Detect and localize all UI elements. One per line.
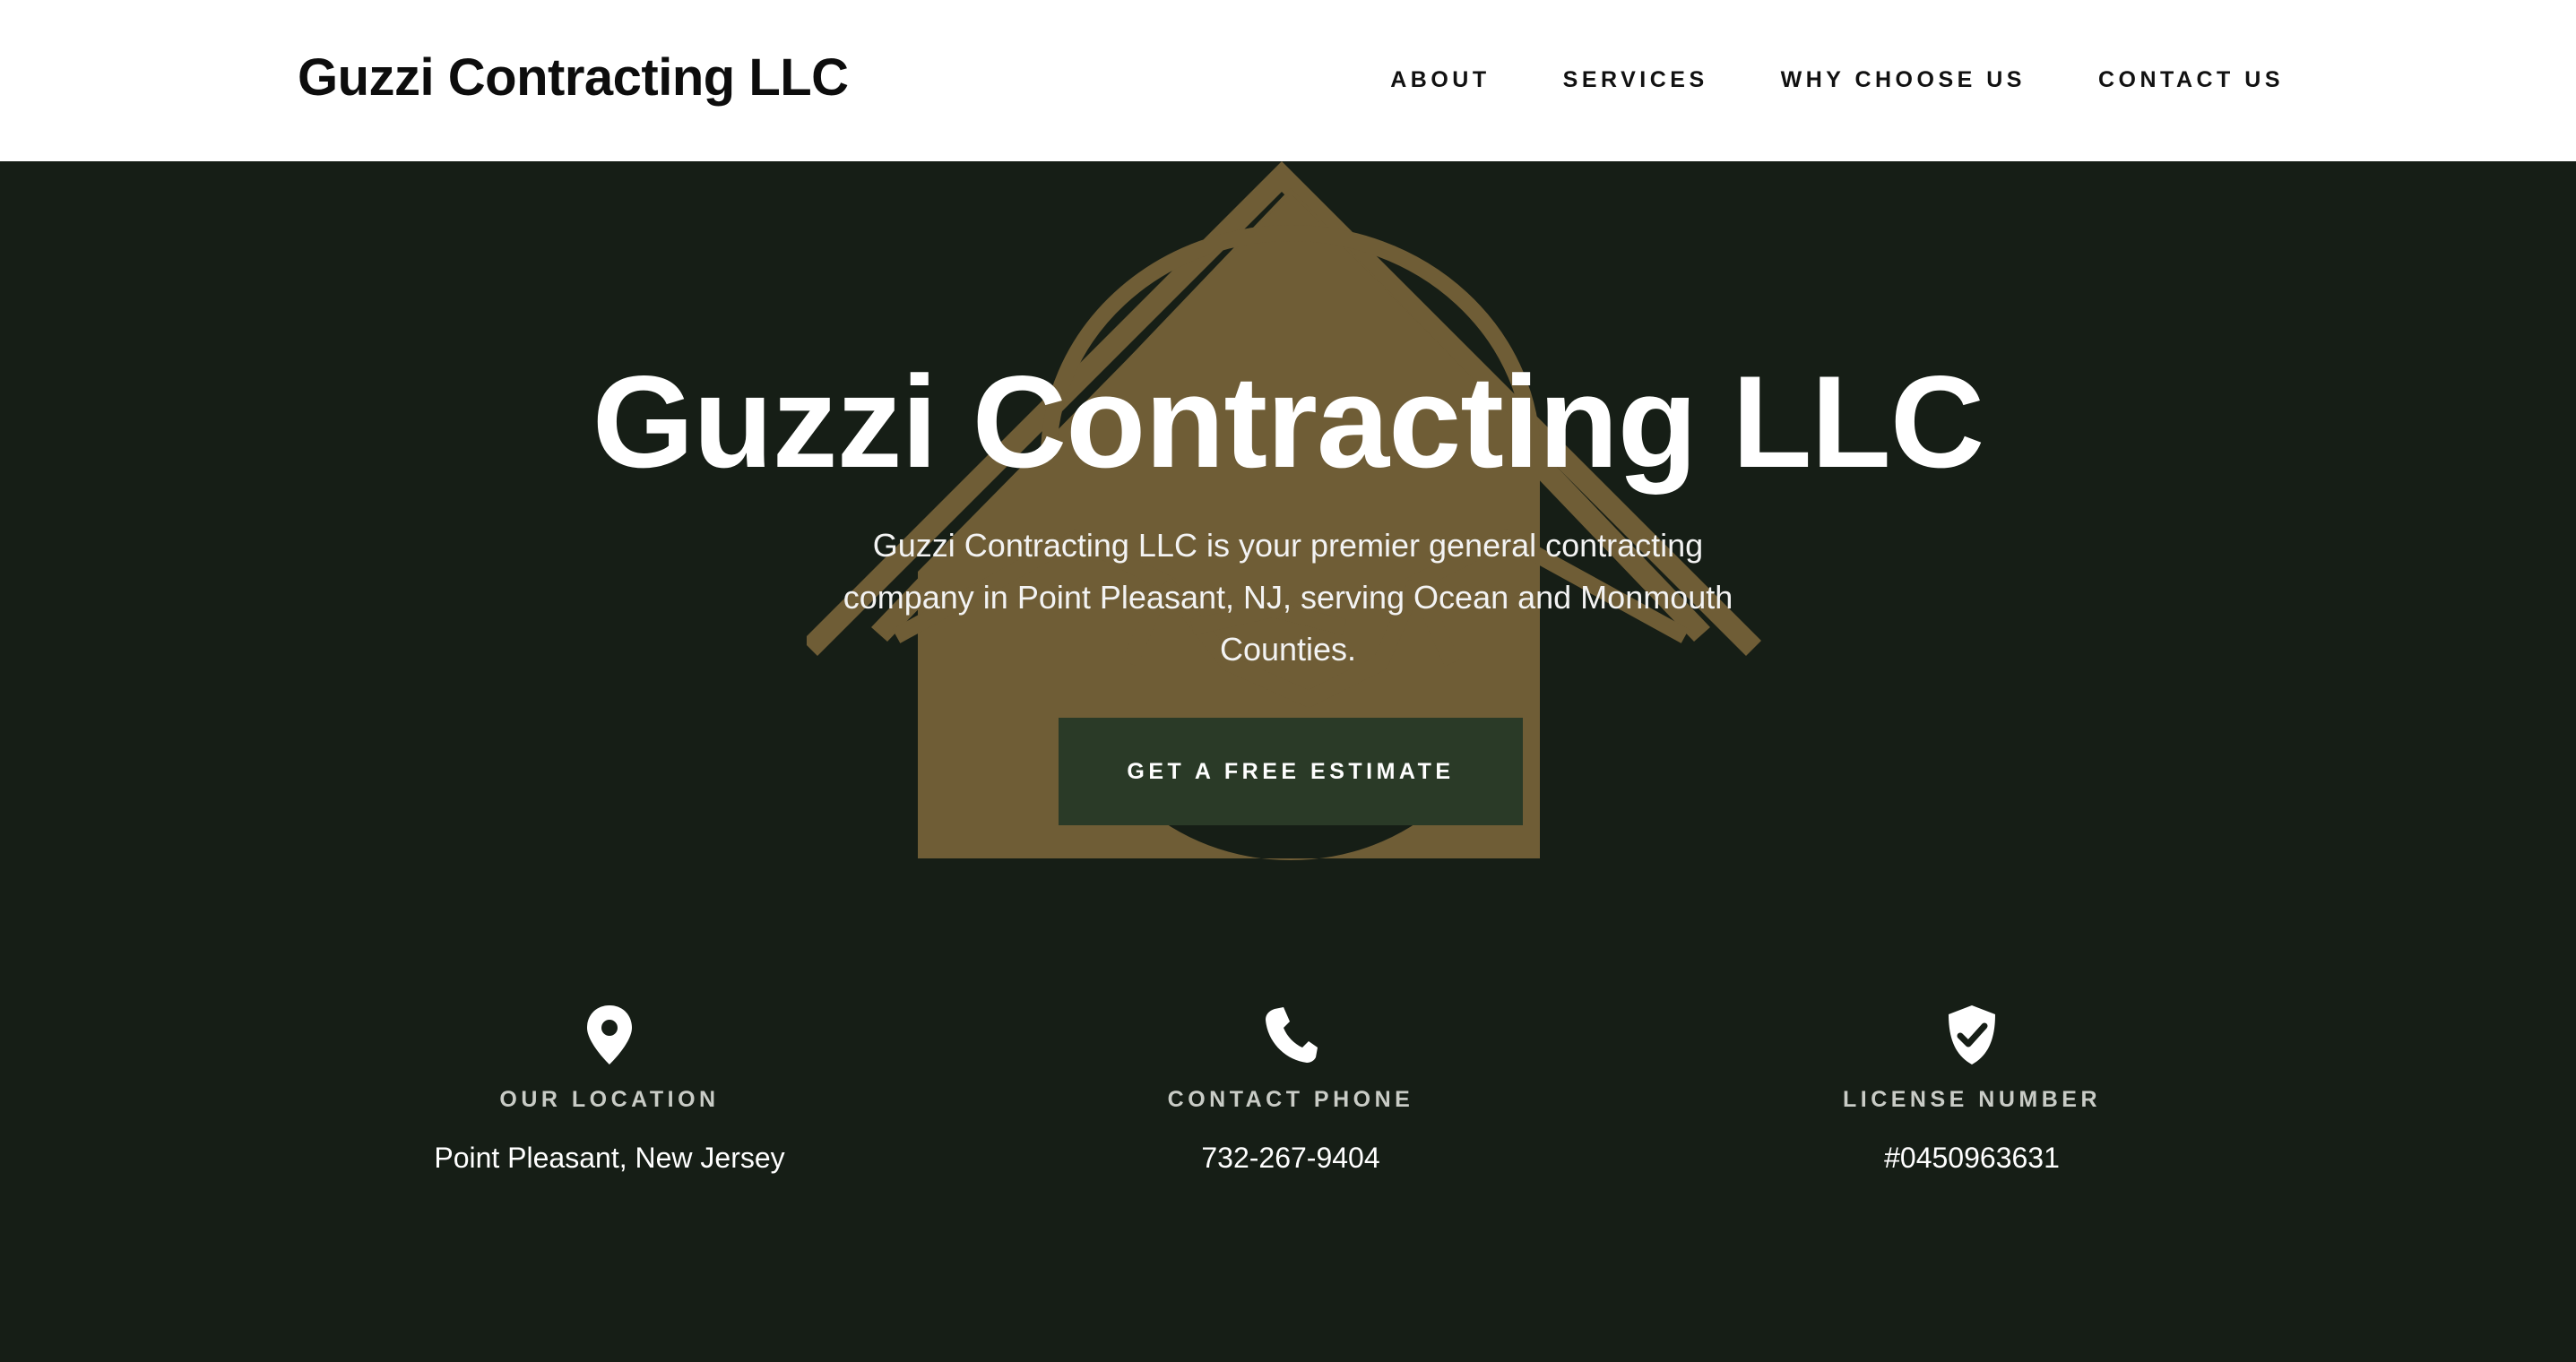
license-label: LICENSE NUMBER	[1842, 1087, 2101, 1112]
hero-description: Guzzi Contracting LLC is your premier ge…	[843, 527, 1733, 668]
nav-link-contact-us[interactable]: CONTACT US	[2098, 65, 2284, 95]
phone-value[interactable]: 732-267-9404	[1022, 1140, 1560, 1176]
location-label: OUR LOCATION	[499, 1087, 720, 1112]
shield-check-icon	[1949, 1005, 1995, 1065]
map-pin-icon	[587, 1005, 632, 1065]
nav-link-why-choose-us[interactable]: WHY CHOOSE US	[1781, 65, 2026, 95]
nav-link-services[interactable]: SERVICES	[1563, 65, 1708, 95]
site-header: Guzzi Contracting LLC ABOUT SERVICES WHY…	[0, 0, 2576, 161]
hero-section: Guzzi Contracting LLC Guzzi Contracting …	[0, 161, 2576, 1362]
info-license: LICENSE NUMBER #0450963631	[1703, 1004, 2241, 1176]
hero-title: Guzzi Contracting LLC	[592, 349, 1984, 495]
nav-link-about[interactable]: ABOUT	[1390, 65, 1490, 95]
brand-logo-link[interactable]: Guzzi Contracting LLC	[298, 47, 849, 109]
info-location: OUR LOCATION Point Pleasant, New Jersey	[341, 1004, 878, 1176]
main-nav: ABOUT SERVICES WHY CHOOSE US CONTACT US	[1390, 65, 2284, 95]
info-phone: CONTACT PHONE 732-267-9404	[1022, 1004, 1560, 1176]
license-value: #0450963631	[1884, 1142, 2060, 1174]
get-free-estimate-button[interactable]: GET A FREE ESTIMATE	[1059, 718, 1523, 825]
phone-icon	[1266, 1007, 1318, 1063]
phone-label: CONTACT PHONE	[1167, 1087, 1414, 1112]
location-value: Point Pleasant, New Jersey	[434, 1142, 785, 1174]
